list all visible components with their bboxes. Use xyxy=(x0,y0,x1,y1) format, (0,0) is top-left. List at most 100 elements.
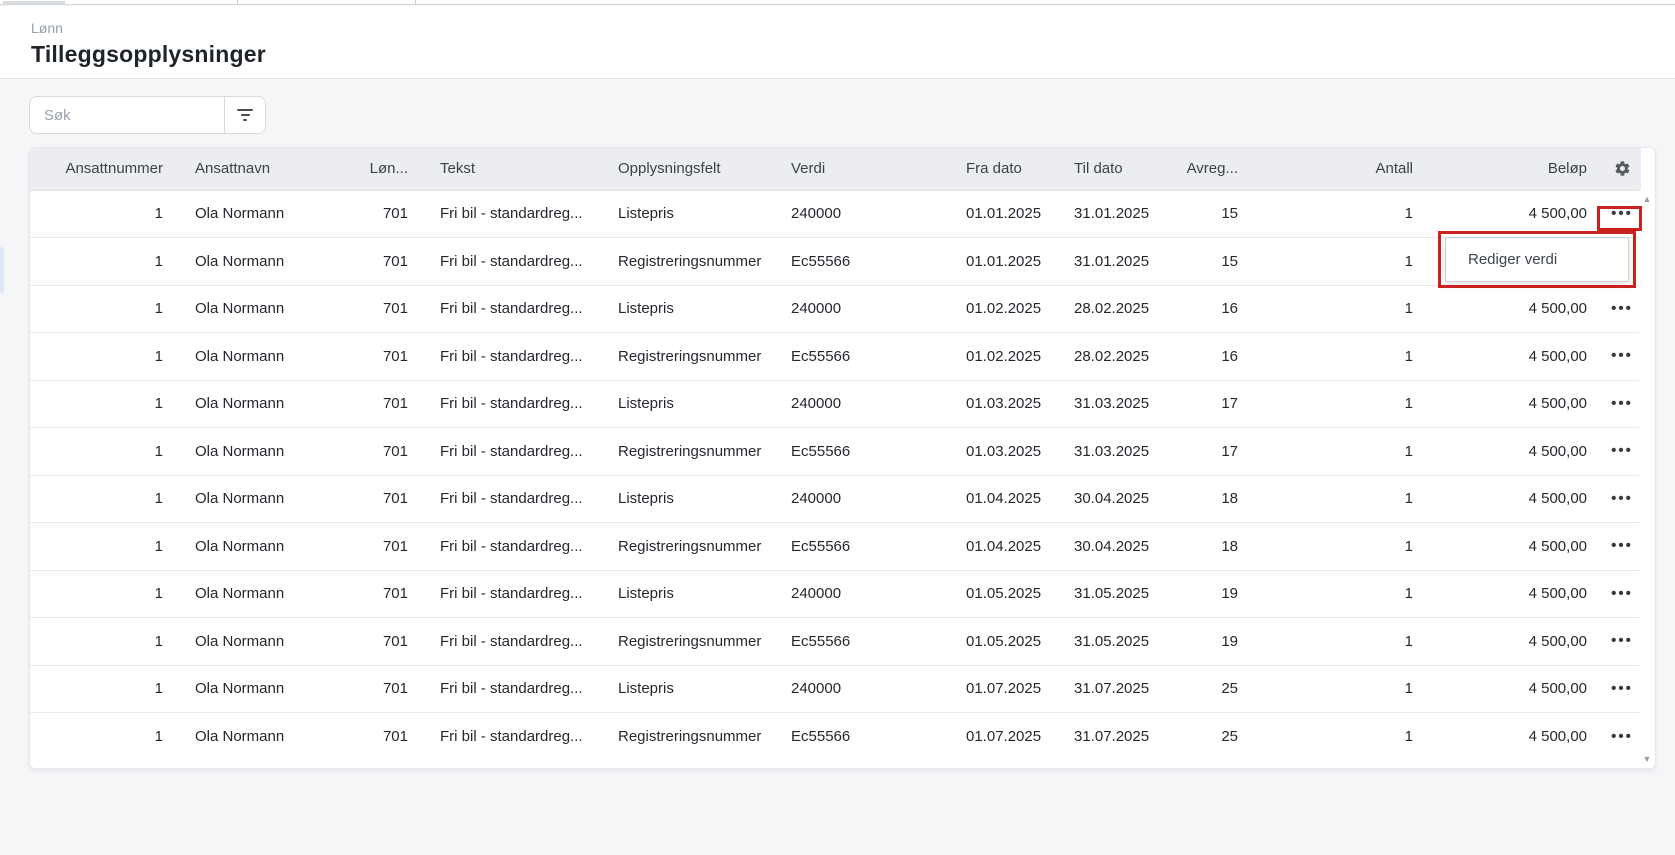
context-menu: Rediger verdi xyxy=(1445,237,1629,282)
row-actions-ellipsis-icon[interactable]: ••• xyxy=(1611,346,1633,366)
table-cell: 240000 xyxy=(775,190,950,238)
table-cell: 19 xyxy=(1171,618,1254,666)
table-row[interactable]: 1Ola Normann701Fri bil - standardreg...R… xyxy=(30,333,1641,381)
column-header[interactable]: Til dato xyxy=(1058,148,1171,190)
table-cell: 01.04.2025 xyxy=(950,523,1058,571)
tab-divider xyxy=(237,0,238,5)
row-actions-ellipsis-icon[interactable]: ••• xyxy=(1611,394,1633,414)
table-cell: 4 500,00 xyxy=(1429,428,1603,476)
table-cell: 701 xyxy=(344,570,424,618)
table-row[interactable]: 1Ola Normann701Fri bil - standardreg...L… xyxy=(30,475,1641,523)
filter-button[interactable] xyxy=(224,97,265,133)
table-cell: 01.02.2025 xyxy=(950,285,1058,333)
table-cell: 30.04.2025 xyxy=(1058,475,1171,523)
table-row[interactable]: 1Ola Normann701Fri bil - standardreg...R… xyxy=(30,238,1641,286)
page-header: Lønn Tilleggsopplysninger xyxy=(0,6,1675,79)
table-cell: 4 500,00 xyxy=(1429,570,1603,618)
table-row[interactable]: 1Ola Normann701Fri bil - standardreg...L… xyxy=(30,665,1641,713)
row-actions-ellipsis-icon[interactable]: ••• xyxy=(1611,489,1633,509)
row-actions-ellipsis-icon[interactable]: ••• xyxy=(1611,204,1633,224)
table-scrollbar[interactable]: ▲ ▼ xyxy=(1639,190,1655,768)
row-actions-ellipsis-icon[interactable]: ••• xyxy=(1611,679,1633,699)
table-row[interactable]: 1Ola Normann701Fri bil - standardreg...L… xyxy=(30,380,1641,428)
column-settings-button[interactable] xyxy=(1609,156,1635,182)
scroll-up-icon[interactable]: ▲ xyxy=(1641,194,1653,204)
row-actions-ellipsis-icon[interactable]: ••• xyxy=(1611,631,1633,651)
table-cell: 1 xyxy=(1254,428,1429,476)
column-header[interactable]: Beløp xyxy=(1429,148,1603,190)
table-cell: 28.02.2025 xyxy=(1058,285,1171,333)
table-cell: 17 xyxy=(1171,380,1254,428)
table-cell: 1 xyxy=(30,190,179,238)
row-actions-ellipsis-icon[interactable]: ••• xyxy=(1611,584,1633,604)
table-cell: Fri bil - standardreg... xyxy=(424,523,602,571)
table-cell: 701 xyxy=(344,523,424,571)
table-cell: 1 xyxy=(30,428,179,476)
scroll-down-icon[interactable]: ▼ xyxy=(1641,754,1653,764)
table-cell: 15 xyxy=(1171,238,1254,286)
table-row[interactable]: 1Ola Normann701Fri bil - standardreg...L… xyxy=(30,285,1641,333)
row-actions-ellipsis-icon[interactable]: ••• xyxy=(1611,299,1633,319)
table-cell: 701 xyxy=(344,618,424,666)
breadcrumb: Lønn xyxy=(31,18,1644,38)
table-cell: Ola Normann xyxy=(179,190,344,238)
table-cell: Registreringsnummer xyxy=(602,523,775,571)
table-cell: 31.01.2025 xyxy=(1058,190,1171,238)
table-cell: Ola Normann xyxy=(179,333,344,381)
table-cell: 4 500,00 xyxy=(1429,380,1603,428)
table-row[interactable]: 1Ola Normann701Fri bil - standardreg...R… xyxy=(30,618,1641,666)
table-card: AnsattnummerAnsattnavnLøn...TekstOpplysn… xyxy=(29,147,1656,769)
table-row[interactable]: 1Ola Normann701Fri bil - standardreg...R… xyxy=(30,523,1641,571)
table-cell: 1 xyxy=(1254,570,1429,618)
row-actions-ellipsis-icon[interactable]: ••• xyxy=(1611,441,1633,461)
table-cell: Fri bil - standardreg... xyxy=(424,713,602,761)
table-cell: 1 xyxy=(1254,190,1429,238)
table-cell: 4 500,00 xyxy=(1429,713,1603,761)
table-cell: Fri bil - standardreg... xyxy=(424,285,602,333)
table-cell: 240000 xyxy=(775,475,950,523)
search-input[interactable] xyxy=(30,97,224,133)
column-header[interactable]: Antall xyxy=(1254,148,1429,190)
table-cell: Registreringsnummer xyxy=(602,333,775,381)
table-row[interactable]: 1Ola Normann701Fri bil - standardreg...L… xyxy=(30,570,1641,618)
tab-remnant xyxy=(3,1,65,4)
table-cell: 1 xyxy=(30,570,179,618)
table-cell: 701 xyxy=(344,285,424,333)
row-actions-ellipsis-icon[interactable]: ••• xyxy=(1611,727,1633,747)
column-header[interactable]: Ansattnavn xyxy=(179,148,344,190)
table-cell: 4 500,00 xyxy=(1429,333,1603,381)
table-cell: Listepris xyxy=(602,380,775,428)
column-header[interactable]: Opplysningsfelt xyxy=(602,148,775,190)
table-cell: 1 xyxy=(30,380,179,428)
menu-item-rediger-verdi[interactable]: Rediger verdi xyxy=(1446,238,1628,281)
table-row[interactable]: 1Ola Normann701Fri bil - standardreg...R… xyxy=(30,713,1641,761)
table-cell: 31.05.2025 xyxy=(1058,570,1171,618)
table-cell: 1 xyxy=(1254,713,1429,761)
column-header[interactable]: Avreg... xyxy=(1171,148,1254,190)
row-actions-ellipsis-icon[interactable]: ••• xyxy=(1611,536,1633,556)
table-row[interactable]: 1Ola Normann701Fri bil - standardreg...R… xyxy=(30,428,1641,476)
column-header[interactable]: Fra dato xyxy=(950,148,1058,190)
data-table: AnsattnummerAnsattnavnLøn...TekstOpplysn… xyxy=(30,148,1641,760)
table-cell: 1 xyxy=(30,238,179,286)
table-cell: 01.05.2025 xyxy=(950,618,1058,666)
column-header[interactable]: Ansattnummer xyxy=(30,148,179,190)
table-cell: 18 xyxy=(1171,475,1254,523)
table-cell: Listepris xyxy=(602,475,775,523)
column-header[interactable]: Løn... xyxy=(344,148,424,190)
table-cell: Ola Normann xyxy=(179,428,344,476)
table-cell: Fri bil - standardreg... xyxy=(424,570,602,618)
column-header[interactable]: Verdi xyxy=(775,148,950,190)
table-cell: 1 xyxy=(1254,238,1429,286)
table-cell: Listepris xyxy=(602,285,775,333)
table-cell: 701 xyxy=(344,238,424,286)
table-cell: 31.05.2025 xyxy=(1058,618,1171,666)
table-row[interactable]: 1Ola Normann701Fri bil - standardreg...L… xyxy=(30,190,1641,238)
column-header[interactable]: Tekst xyxy=(424,148,602,190)
sidebar-edge-sliver xyxy=(0,247,4,293)
table-cell: Registreringsnummer xyxy=(602,238,775,286)
table-cell: 25 xyxy=(1171,665,1254,713)
table-cell: 1 xyxy=(1254,618,1429,666)
table-cell: 01.01.2025 xyxy=(950,190,1058,238)
table-cell: 17 xyxy=(1171,428,1254,476)
